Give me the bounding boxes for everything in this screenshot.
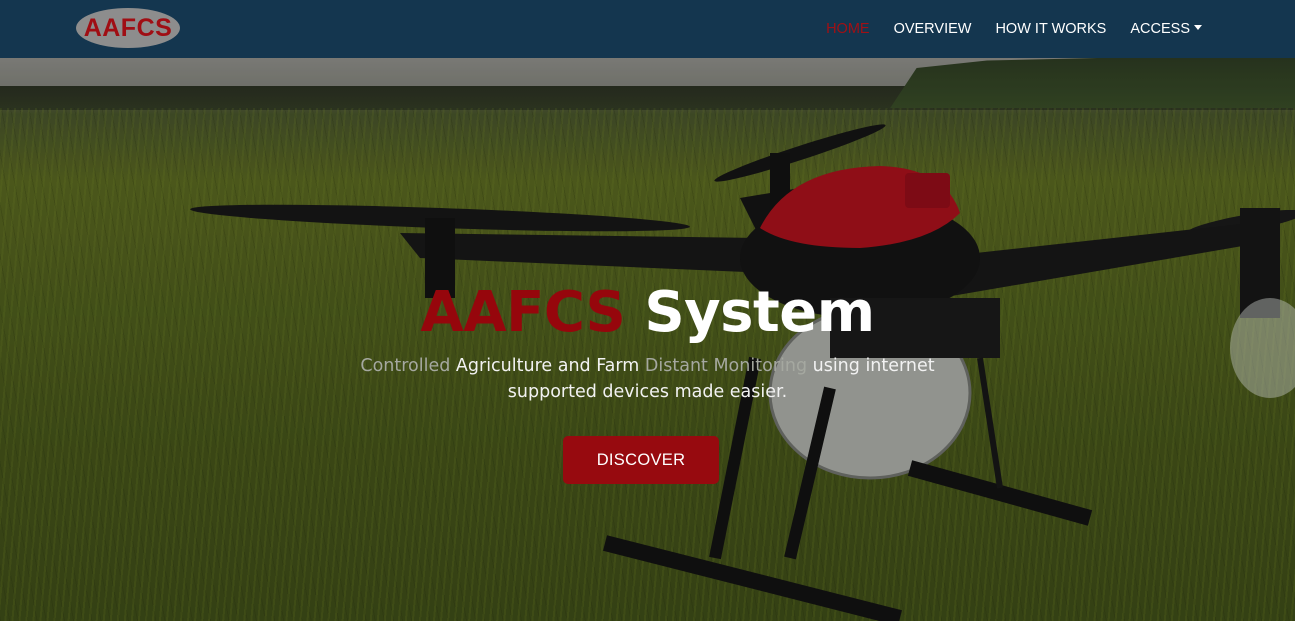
- hero-title-brand: AAFCS: [420, 280, 626, 345]
- hero-subtitle-seg-2: Agriculture and Farm: [450, 356, 645, 376]
- nav-link-overview[interactable]: OVERVIEW: [894, 21, 972, 37]
- brand-logo[interactable]: AAFCS: [76, 8, 180, 48]
- nav-link-how-it-works[interactable]: HOW IT WORKS: [995, 21, 1106, 37]
- discover-button[interactable]: DISCOVER: [563, 436, 719, 484]
- nav-link-home[interactable]: HOME: [826, 21, 870, 37]
- hero-subtitle-seg-1: Controlled: [360, 356, 451, 376]
- brand-logo-text: AAFCS: [83, 13, 173, 42]
- hero-subtitle-seg-3: Distant Monitoring: [644, 356, 808, 376]
- hero-title: AAFCS System: [0, 280, 1295, 345]
- nav-menu: HOME OVERVIEW HOW IT WORKS ACCESS: [826, 0, 1202, 58]
- hero-title-system: System: [644, 280, 875, 345]
- hero-section: AAFCS System Controlled Agriculture and …: [0, 58, 1295, 621]
- hero-subtitle: Controlled Agriculture and Farm Distant …: [350, 353, 945, 405]
- nav-link-access[interactable]: ACCESS: [1130, 21, 1202, 37]
- caret-down-icon: [1194, 25, 1202, 30]
- navbar: AAFCS HOME OVERVIEW HOW IT WORKS ACCESS: [0, 0, 1295, 58]
- nav-link-access-label: ACCESS: [1130, 21, 1190, 37]
